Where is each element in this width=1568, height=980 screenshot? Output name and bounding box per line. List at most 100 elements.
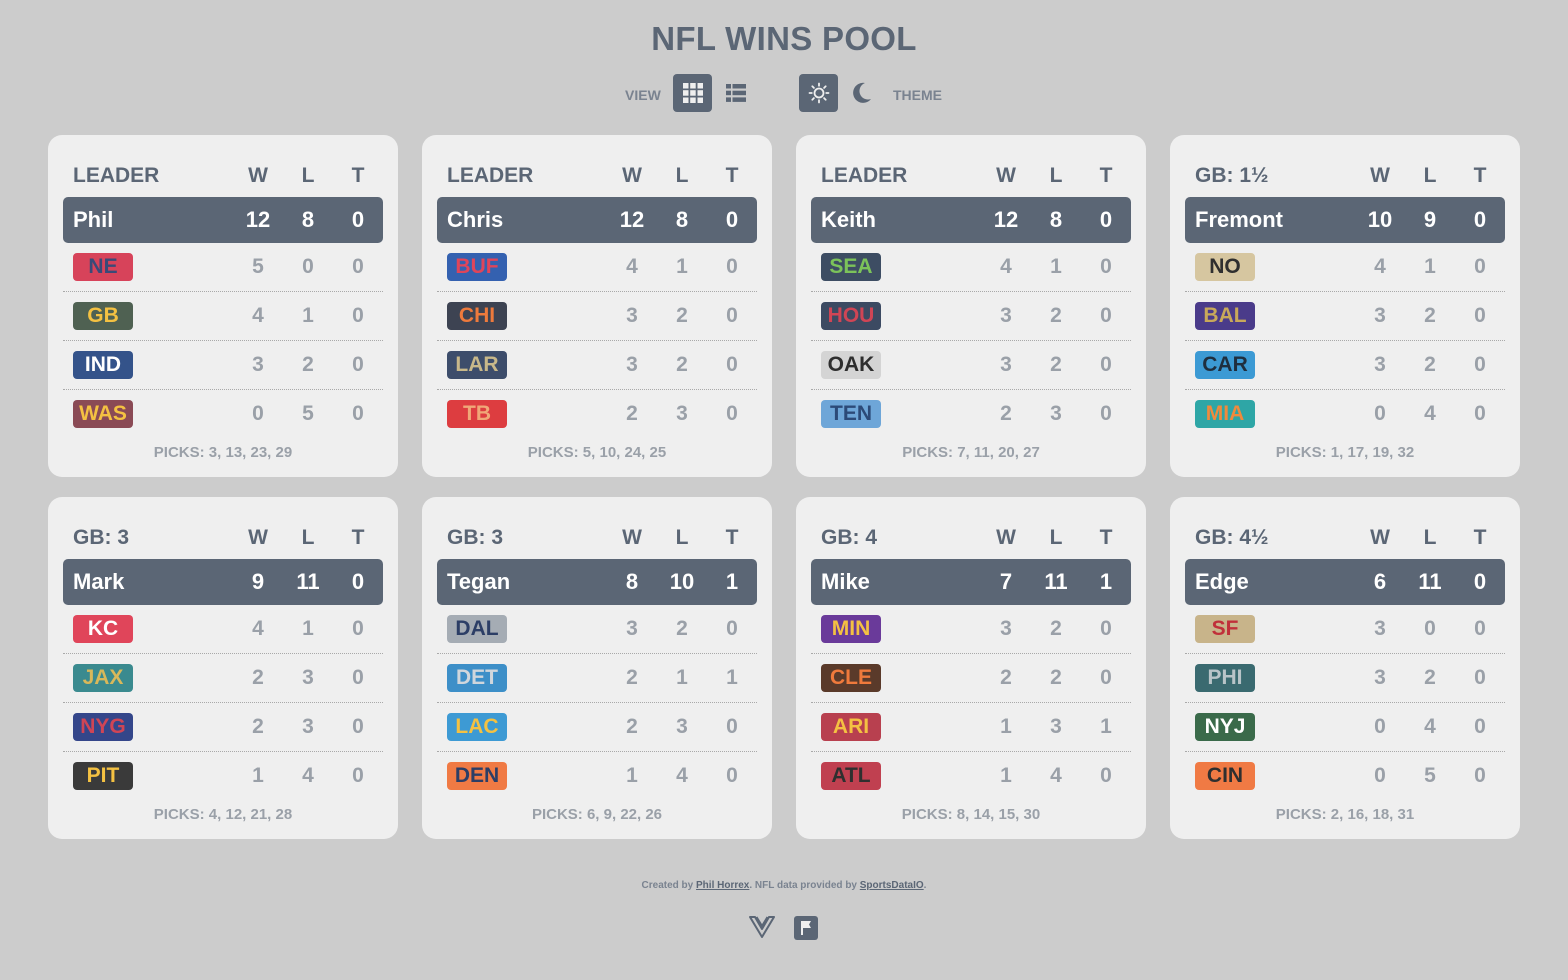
team-ties: 0	[352, 715, 364, 738]
team-wins: 1	[1000, 715, 1012, 738]
losses-header: L	[675, 164, 689, 187]
vue-icon	[749, 916, 775, 938]
light-theme-button[interactable]	[799, 74, 838, 112]
provider-link[interactable]: SportsDataIO	[860, 880, 924, 891]
team-ties: 0	[1474, 764, 1486, 787]
team-losses: 2	[676, 617, 688, 640]
grid-icon	[682, 83, 703, 103]
page-title: NFL WINS POOL	[651, 20, 917, 57]
card-header-row: GB: 3 W L T	[63, 497, 383, 559]
footer-end: .	[923, 880, 927, 891]
team-losses: 0	[302, 255, 314, 278]
owner-losses: 11	[1044, 569, 1068, 594]
team-wins: 3	[1000, 353, 1012, 376]
team-row: ATL 1 4 0	[811, 752, 1131, 800]
owner-card: LEADER W L T Chris 12 8 0 BUF 4 1 0 CHI 3 2 0 LAR 3 2 0 TB 2 3…	[422, 135, 772, 477]
standing-status: LEADER	[73, 164, 160, 187]
draft-picks: PICKS: 7, 11, 20, 27	[902, 444, 1040, 461]
team-row: TB 2 3 0	[437, 390, 757, 438]
team-badge: PIT	[73, 762, 133, 790]
owner-total-row: Mark 9 11 0	[63, 559, 383, 605]
team-ties: 0	[1474, 715, 1486, 738]
owner-name: Mark	[73, 569, 125, 594]
author-link[interactable]: Phil Horrex	[696, 880, 749, 891]
owner-card: GB: 3 W L T Tegan 8 10 1 DAL 3 2 0 DET 2 1 1 LAC 2 3 0 DEN 1 4…	[422, 497, 772, 839]
team-row: LAC 2 3 0	[437, 703, 757, 752]
team-row: WAS 0 5 0	[63, 390, 383, 438]
ties-header: T	[351, 164, 365, 187]
team-row: IND 3 2 0	[63, 341, 383, 390]
card-header-row: GB: 3 W L T	[437, 497, 757, 559]
team-losses: 3	[302, 666, 314, 689]
team-losses: 2	[1424, 304, 1436, 327]
team-wins: 3	[252, 353, 264, 376]
list-view-button[interactable]	[716, 74, 755, 112]
team-ties: 0	[1100, 353, 1112, 376]
team-badge: LAR	[447, 351, 507, 379]
team-row: NO 4 1 0	[1185, 243, 1505, 292]
team-ties: 0	[726, 715, 738, 738]
standing-status: GB: 4½	[1195, 526, 1269, 549]
wins-header: W	[248, 526, 268, 549]
standing-status: GB: 3	[73, 526, 130, 549]
team-ties: 0	[726, 304, 738, 327]
owner-losses: 11	[1418, 569, 1442, 594]
standing-status: LEADER	[821, 164, 908, 187]
team-losses: 3	[1050, 402, 1062, 425]
flag-link[interactable]	[794, 915, 818, 946]
team-badge: DET	[447, 664, 507, 692]
dark-theme-button[interactable]	[842, 74, 881, 112]
team-ties: 1	[1100, 715, 1112, 738]
team-losses: 4	[302, 764, 314, 787]
team-ties: 0	[726, 353, 738, 376]
team-ties: 0	[352, 402, 364, 425]
owner-ties: 0	[1099, 207, 1113, 232]
team-wins: 4	[626, 255, 638, 278]
team-losses: 2	[1050, 353, 1062, 376]
owner-ties: 1	[725, 569, 739, 594]
team-ties: 0	[1474, 255, 1486, 278]
team-losses: 1	[1424, 255, 1436, 278]
team-losses: 3	[676, 715, 688, 738]
team-badge: LAC	[447, 713, 507, 741]
owner-wins: 7	[999, 569, 1013, 594]
team-ties: 0	[352, 617, 364, 640]
team-ties: 0	[726, 402, 738, 425]
team-ties: 0	[1100, 304, 1112, 327]
draft-picks: PICKS: 1, 17, 19, 32	[1275, 444, 1415, 461]
team-badge: NYJ	[1195, 713, 1255, 741]
owner-total-row: Fremont 10 9 0	[1185, 197, 1505, 243]
card-header-row: LEADER W L T	[63, 135, 383, 197]
card-header-row: GB: 4 W L T	[811, 497, 1131, 559]
standing-status: GB: 4	[821, 526, 878, 549]
draft-picks: PICKS: 2, 16, 18, 31	[1275, 806, 1415, 823]
team-row: TEN 2 3 0	[811, 390, 1131, 438]
team-wins: 4	[1000, 255, 1012, 278]
team-losses: 1	[302, 304, 314, 327]
team-ties: 0	[726, 764, 738, 787]
owner-total-row: Chris 12 8 0	[437, 197, 757, 243]
team-row: MIA 0 4 0	[1185, 390, 1505, 438]
team-wins: 3	[1000, 617, 1012, 640]
team-badge: GB	[73, 302, 133, 330]
team-row: DAL 3 2 0	[437, 605, 757, 654]
team-losses: 4	[1424, 715, 1436, 738]
owner-card: LEADER W L T Phil 12 8 0 NE 5 0 0 GB 4 1 0 IND 3 2 0 WAS 0 5 0 P…	[48, 135, 398, 477]
owner-losses: 9	[1423, 207, 1437, 232]
team-row: CAR 3 2 0	[1185, 341, 1505, 390]
team-wins: 2	[1000, 666, 1012, 689]
grid-view-button[interactable]	[673, 74, 712, 112]
team-row: HOU 3 2 0	[811, 292, 1131, 341]
card-header-row: GB: 1½ W L T	[1185, 135, 1505, 197]
team-badge: CHI	[447, 302, 507, 330]
team-losses: 1	[1050, 255, 1062, 278]
team-badge: CLE	[821, 664, 881, 692]
team-ties: 0	[352, 666, 364, 689]
team-badge: NYG	[73, 713, 133, 741]
owner-losses: 11	[296, 569, 320, 594]
team-ties: 0	[352, 255, 364, 278]
card-header-row: LEADER W L T	[437, 135, 757, 197]
vue-link[interactable]	[749, 915, 775, 944]
draft-picks: PICKS: 6, 9, 22, 26	[531, 806, 663, 823]
moon-icon	[852, 82, 871, 103]
